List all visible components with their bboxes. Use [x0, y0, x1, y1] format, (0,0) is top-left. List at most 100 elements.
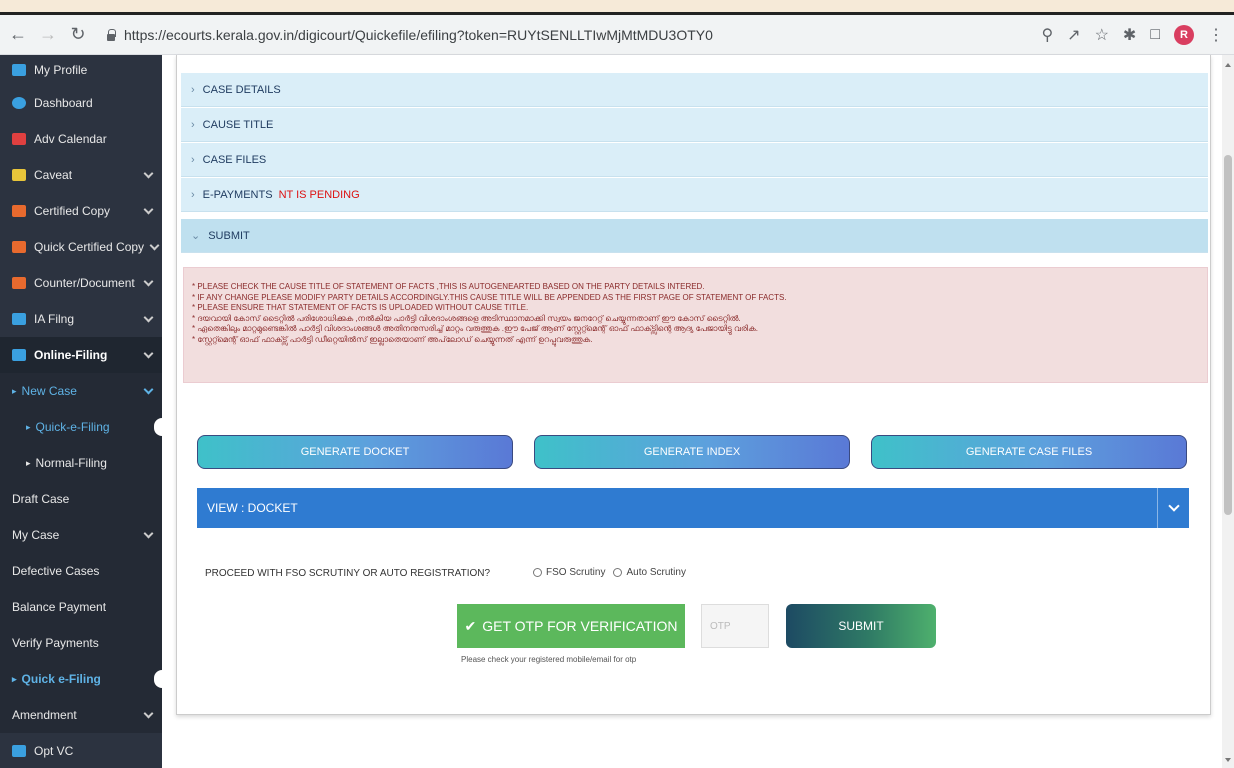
generate-case-files-button[interactable]: GENERATE CASE FILES	[871, 435, 1187, 469]
otp-hint: Please check your registered mobile/emai…	[461, 655, 637, 664]
sidebar-item-label: IA Filng	[34, 312, 75, 326]
sidebar-item-my-profile[interactable]: My Profile	[0, 55, 162, 85]
dashboard-icon	[12, 97, 26, 109]
generate-docket-button[interactable]: GENERATE DOCKET	[197, 435, 513, 469]
address-bar[interactable]: https://ecourts.kerala.gov.in/digicourt/…	[106, 27, 713, 43]
zoom-icon[interactable]: ⚲	[1041, 25, 1053, 45]
sidebar-item-my-case[interactable]: My Case	[0, 517, 162, 553]
video-icon	[12, 745, 26, 757]
sidebar-item-label: New Case	[21, 384, 77, 398]
sidebar-item-label: Draft Case	[12, 492, 70, 506]
view-docket-bar[interactable]: VIEW : DOCKET	[197, 488, 1189, 528]
sidebar-item-label: Balance Payment	[12, 600, 107, 614]
caret-right-icon: ▸	[12, 673, 17, 684]
sidebar-item-certified-copy[interactable]: Certified Copy	[0, 193, 162, 229]
chevron-right-icon: ›	[191, 188, 195, 201]
sidebar-item-amendment[interactable]: Amendment	[0, 697, 162, 733]
scrollbar-thumb[interactable]	[1224, 155, 1232, 515]
submit-button[interactable]: SUBMIT	[786, 604, 936, 648]
sidebar-item-balance-payment[interactable]: Balance Payment	[0, 589, 162, 625]
auto-scrutiny-radio[interactable]	[613, 568, 623, 577]
get-otp-label: GET OTP FOR VERIFICATION	[482, 618, 678, 634]
sidebar-item-draft-case[interactable]: Draft Case	[0, 481, 162, 517]
scroll-up-icon[interactable]	[1225, 63, 1231, 67]
sidebar-item-label: Quick Certified Copy	[34, 240, 145, 254]
caret-right-icon: ▸	[26, 457, 31, 468]
notice-line: * ദയവായി കോസ് ടൈറ്റിൽ പരിശോധിക്കുക ,നൽകി…	[192, 313, 741, 323]
sidebar-item-quick-certified-copy[interactable]: Quick Certified Copy	[0, 229, 162, 265]
chevron-down-icon	[149, 240, 160, 251]
star-icon[interactable]: ☆	[1095, 25, 1109, 45]
share-icon[interactable]: ↗	[1067, 25, 1080, 45]
sidebar-item-label: Online-Filing	[34, 348, 108, 362]
sidebar-item-online-filing[interactable]: Online-Filing	[0, 337, 162, 373]
chevron-down-icon	[143, 312, 154, 323]
main-panel: › CASE DETAILS › CAUSE TITLE › CASE FILE…	[176, 55, 1211, 715]
profile-avatar[interactable]: R	[1174, 25, 1194, 45]
copy-icon	[12, 205, 26, 217]
otp-input[interactable]: OTP	[701, 604, 769, 648]
sidebar-item-label: Normal-Filing	[35, 456, 107, 470]
monitor-icon	[12, 349, 26, 361]
window-frame	[0, 0, 1234, 12]
forward-icon[interactable]: →	[36, 23, 60, 47]
generate-index-button[interactable]: GENERATE INDEX	[534, 435, 850, 469]
caret-right-icon: ▸	[26, 421, 31, 432]
copy-icon	[12, 241, 26, 253]
page-scrollbar[interactable]	[1222, 55, 1234, 768]
sidebar-item-dashboard[interactable]: Dashboard	[0, 85, 162, 121]
chevron-down-icon: ⌄	[191, 230, 201, 242]
accordion-submit[interactable]: ⌄ SUBMIT	[181, 219, 1208, 253]
accordion-case-details[interactable]: › CASE DETAILS	[181, 73, 1208, 107]
accordion-cause-title[interactable]: › CAUSE TITLE	[181, 108, 1208, 142]
sidebar-item-quick-e-filing[interactable]: ▸ Quick-e-Filing	[0, 409, 162, 445]
sidebar-item-caveat[interactable]: Caveat	[0, 157, 162, 193]
sidebar-item-quick-e-filing-2[interactable]: ▸ Quick e-Filing	[0, 661, 162, 697]
chevron-right-icon: ›	[191, 153, 195, 166]
url-text[interactable]: https://ecourts.kerala.gov.in/digicourt/…	[124, 27, 713, 43]
notice-line: * ഏതെങ്കിലും മാറ്റമുണ്ടെങ്കിൽ പാർട്ടി വി…	[192, 324, 758, 333]
sidepanel-icon[interactable]: □	[1150, 26, 1160, 44]
folder-icon	[12, 277, 26, 289]
sidebar-item-ia-filing[interactable]: IA Filng	[0, 301, 162, 337]
accordion-e-payments[interactable]: › E-PAYMENTS NT IS PENDING	[181, 178, 1208, 212]
sidebar-item-label: Defective Cases	[12, 564, 100, 578]
auto-scrutiny-label[interactable]: Auto Scrutiny	[626, 567, 685, 578]
lock-icon	[106, 28, 116, 41]
accordion-case-files[interactable]: › CASE FILES	[181, 143, 1208, 177]
extensions-icon[interactable]: ✱	[1123, 25, 1136, 45]
sidebar-item-defective-cases[interactable]: Defective Cases	[0, 553, 162, 589]
scrutiny-question: PROCEED WITH FSO SCRUTINY OR AUTO REGIST…	[205, 568, 491, 579]
browser-toolbar: ← → ↻ https://ecourts.kerala.gov.in/digi…	[0, 15, 1234, 55]
sidebar-item-normal-filing[interactable]: ▸ Normal-Filing	[0, 445, 162, 481]
browser-actions: ⚲ ↗ ☆ ✱ □ R ⋮	[1041, 15, 1224, 55]
sidebar-item-verify-payments[interactable]: Verify Payments	[0, 625, 162, 661]
sidebar-item-label: My Profile	[34, 63, 88, 77]
get-otp-button[interactable]: ✔ GET OTP FOR VERIFICATION	[457, 604, 685, 648]
folder-icon	[12, 313, 26, 325]
fso-scrutiny-radio[interactable]	[533, 568, 542, 577]
accordion-label: E-PAYMENTS	[202, 188, 273, 201]
fso-scrutiny-label[interactable]: FSO Scrutiny	[546, 567, 605, 578]
chevron-down-icon	[143, 528, 154, 539]
accordion-label: CASE FILES	[202, 153, 267, 166]
chevron-right-icon: ›	[191, 83, 195, 96]
sidebar-item-adv-calendar[interactable]: Adv Calendar	[0, 121, 162, 157]
sidebar-item-label: Amendment	[12, 708, 77, 722]
reload-icon[interactable]: ↻	[66, 23, 90, 47]
menu-icon[interactable]: ⋮	[1208, 25, 1224, 45]
chevron-down-icon	[143, 204, 154, 215]
view-docket-label: VIEW : DOCKET	[207, 501, 298, 515]
sidebar-item-label: Quick-e-Filing	[35, 420, 110, 434]
sidebar-item-label: Counter/Document	[34, 276, 135, 290]
scroll-down-icon[interactable]	[1225, 758, 1231, 762]
user-icon	[12, 64, 26, 76]
collapse-toggle[interactable]	[1157, 488, 1189, 528]
scrutiny-options: FSO Scrutiny Auto Scrutiny	[533, 567, 686, 578]
accordion-label: CAUSE TITLE	[202, 118, 274, 131]
back-icon[interactable]: ←	[6, 23, 30, 47]
sidebar-item-new-case[interactable]: ▸ New Case	[0, 373, 162, 409]
sidebar-item-counter-document[interactable]: Counter/Document	[0, 265, 162, 301]
accordion-label: CASE DETAILS	[202, 83, 281, 96]
sidebar-item-opt-vc[interactable]: Opt VC	[0, 733, 162, 768]
